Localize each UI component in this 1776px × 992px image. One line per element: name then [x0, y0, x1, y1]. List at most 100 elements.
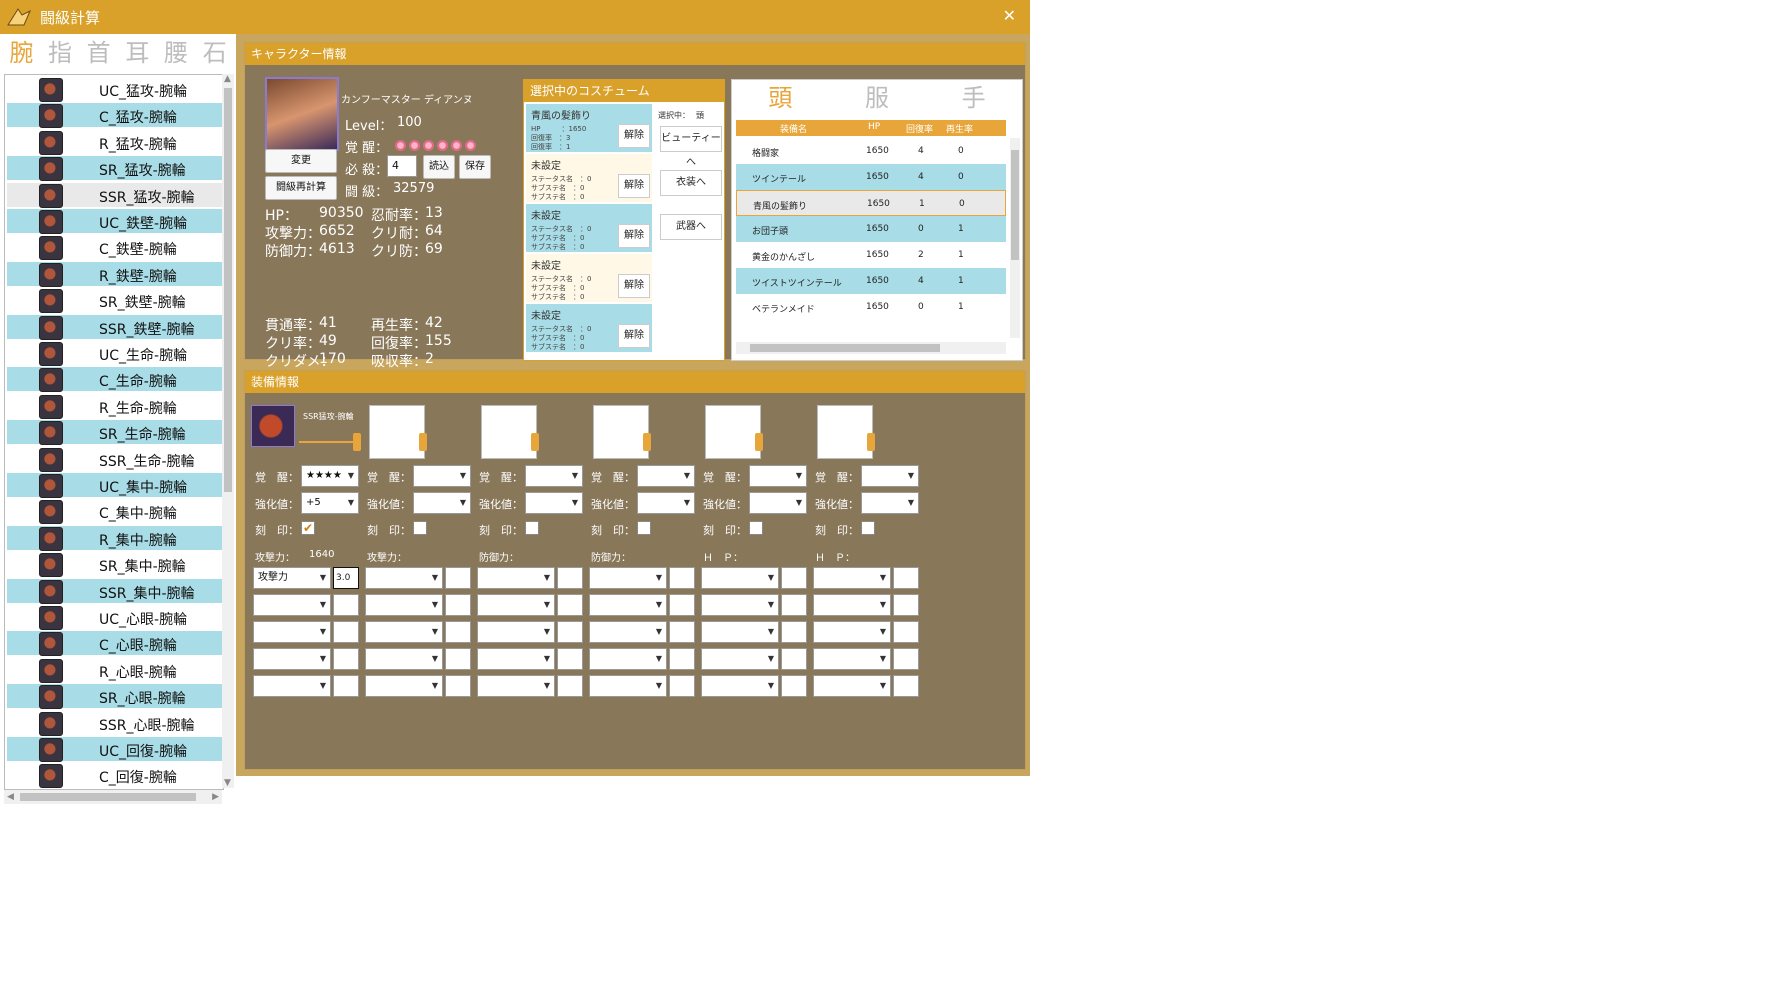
scroll-thumb[interactable]: [1011, 150, 1019, 260]
category-tab[interactable]: 指: [41, 36, 80, 70]
substat-select[interactable]: ▼: [813, 567, 891, 589]
substat-value-input[interactable]: [333, 675, 359, 697]
substat-value-input[interactable]: [557, 675, 583, 697]
seal-checkbox[interactable]: [749, 521, 763, 535]
list-item[interactable]: UC_集中-腕輪: [7, 473, 223, 498]
substat-value-input[interactable]: [669, 621, 695, 643]
list-item[interactable]: C_回復-腕輪: [7, 763, 223, 789]
substat-select[interactable]: ▼: [589, 675, 667, 697]
substat-select[interactable]: ▼: [589, 648, 667, 670]
costume-slot[interactable]: 青風の髪飾り HP ：1650 回復率 ：3 回復率 ：1 解除: [526, 104, 652, 152]
substat-select[interactable]: ▼: [477, 594, 555, 616]
equipment-slot-box[interactable]: [369, 405, 425, 459]
substat-value-input[interactable]: [781, 675, 807, 697]
slider-handle[interactable]: [419, 433, 427, 451]
substat-select[interactable]: ▼: [365, 567, 443, 589]
equipment-slot-box[interactable]: [817, 405, 873, 459]
remove-button[interactable]: 解除: [618, 174, 650, 198]
remove-button[interactable]: 解除: [618, 224, 650, 248]
costume-slot[interactable]: 未設定 ステータス名 ：0 サブステ名 ：0 サブステ名 ：0 解除: [526, 154, 652, 202]
substat-value-input[interactable]: [445, 675, 471, 697]
slider-handle[interactable]: [867, 433, 875, 451]
equipment-horizontal-scrollbar[interactable]: [736, 342, 1006, 354]
list-item[interactable]: SSR_心眼-腕輪: [7, 711, 223, 736]
costume-nav-button[interactable]: 衣装へ: [660, 170, 722, 196]
save-button[interactable]: 保存: [459, 155, 491, 179]
list-item[interactable]: SR_鉄壁-腕輪: [7, 288, 223, 314]
substat-value-input[interactable]: [669, 648, 695, 670]
seal-checkbox[interactable]: [413, 521, 427, 535]
equipment-tab[interactable]: 頭: [732, 80, 829, 116]
list-item[interactable]: C_猛攻-腕輪: [7, 103, 223, 129]
remove-button[interactable]: 解除: [618, 274, 650, 298]
category-tab[interactable]: 首: [79, 36, 118, 70]
list-item[interactable]: SR_生命-腕輪: [7, 420, 223, 446]
category-tab[interactable]: 耳: [118, 36, 157, 70]
change-button[interactable]: 変更: [265, 149, 337, 173]
list-item[interactable]: SR_心眼-腕輪: [7, 684, 223, 710]
list-horizontal-scrollbar[interactable]: ◀ ▶: [4, 790, 222, 804]
substat-select[interactable]: ▼: [813, 648, 891, 670]
substat-value-input[interactable]: [781, 567, 807, 589]
list-item[interactable]: R_集中-腕輪: [7, 525, 223, 551]
slider-handle[interactable]: [531, 433, 539, 451]
substat-value-input[interactable]: [893, 567, 919, 589]
substat-value-input[interactable]: [669, 594, 695, 616]
equipment-row[interactable]: お団子頭 1650 0 1: [736, 216, 1006, 242]
equipment-slot-box[interactable]: [705, 405, 761, 459]
substat-select[interactable]: ▼: [813, 594, 891, 616]
costume-nav-button[interactable]: ビューティーへ: [660, 126, 722, 168]
substat-value-input[interactable]: [893, 648, 919, 670]
accessory-list[interactable]: UC_猛攻-腕輪 C_猛攻-腕輪 R_猛攻-腕輪 SR_猛攻-腕輪 SSR_猛攻-腕輪 U…: [4, 74, 224, 790]
substat-select[interactable]: ▼: [701, 594, 779, 616]
list-item[interactable]: C_生命-腕輪: [7, 367, 223, 393]
category-tab[interactable]: 腰: [157, 36, 196, 70]
equipment-row[interactable]: ツインテール 1650 4 0: [736, 164, 1006, 190]
substat-value-input[interactable]: [333, 594, 359, 616]
list-item[interactable]: C_集中-腕輪: [7, 499, 223, 525]
load-button[interactable]: 読込: [423, 155, 455, 179]
substat-select[interactable]: ▼: [477, 648, 555, 670]
enhance-select[interactable]: ▼: [637, 492, 695, 514]
costume-slot[interactable]: 未設定 ステータス名 ：0 サブステ名 ：0 サブステ名 ：0 解除: [526, 254, 652, 302]
substat-value-input[interactable]: [669, 567, 695, 589]
substat-value-input[interactable]: [557, 594, 583, 616]
awaken-select[interactable]: ▼: [413, 465, 471, 487]
substat-value-input[interactable]: 3.0: [333, 567, 359, 589]
enhance-select[interactable]: ▼: [413, 492, 471, 514]
seal-checkbox[interactable]: [637, 521, 651, 535]
equipment-row[interactable]: ツイストツインテール 1650 4 1: [736, 268, 1006, 294]
scroll-thumb[interactable]: [750, 344, 940, 352]
substat-value-input[interactable]: [445, 594, 471, 616]
equipment-row[interactable]: 黄金のかんざし 1650 2 1: [736, 242, 1006, 268]
substat-select[interactable]: ▼: [365, 621, 443, 643]
list-item[interactable]: UC_心眼-腕輪: [7, 605, 223, 630]
scroll-left-icon[interactable]: ◀: [7, 792, 14, 802]
awaken-select[interactable]: ▼: [637, 465, 695, 487]
equipment-tab[interactable]: 手: [925, 80, 1022, 116]
substat-value-input[interactable]: [893, 594, 919, 616]
substat-select[interactable]: ▼: [365, 648, 443, 670]
substat-value-input[interactable]: [445, 567, 471, 589]
substat-value-input[interactable]: [781, 594, 807, 616]
equipment-row[interactable]: 青風の髪飾り 1650 1 0: [736, 190, 1006, 216]
substat-select[interactable]: ▼: [589, 567, 667, 589]
recalc-button[interactable]: 闘級再計算: [265, 176, 337, 200]
substat-select[interactable]: ▼: [701, 621, 779, 643]
list-item[interactable]: R_猛攻-腕輪: [7, 130, 223, 155]
list-item[interactable]: UC_猛攻-腕輪: [7, 77, 223, 102]
scroll-down-icon[interactable]: ▼: [224, 778, 231, 788]
substat-value-input[interactable]: [445, 648, 471, 670]
substat-value-input[interactable]: [669, 675, 695, 697]
substat-select[interactable]: ▼: [813, 675, 891, 697]
substat-select[interactable]: ▼: [701, 675, 779, 697]
slider-track[interactable]: [299, 441, 355, 443]
scroll-thumb[interactable]: [224, 88, 232, 492]
special-input[interactable]: 4: [387, 155, 417, 177]
costume-slot[interactable]: 未設定 ステータス名 ：0 サブステ名 ：0 サブステ名 ：0 解除: [526, 204, 652, 252]
list-item[interactable]: UC_生命-腕輪: [7, 341, 223, 366]
list-item[interactable]: R_心眼-腕輪: [7, 658, 223, 683]
category-tab[interactable]: 石: [195, 36, 234, 70]
substat-value-input[interactable]: [557, 567, 583, 589]
equipment-slot-box[interactable]: [481, 405, 537, 459]
